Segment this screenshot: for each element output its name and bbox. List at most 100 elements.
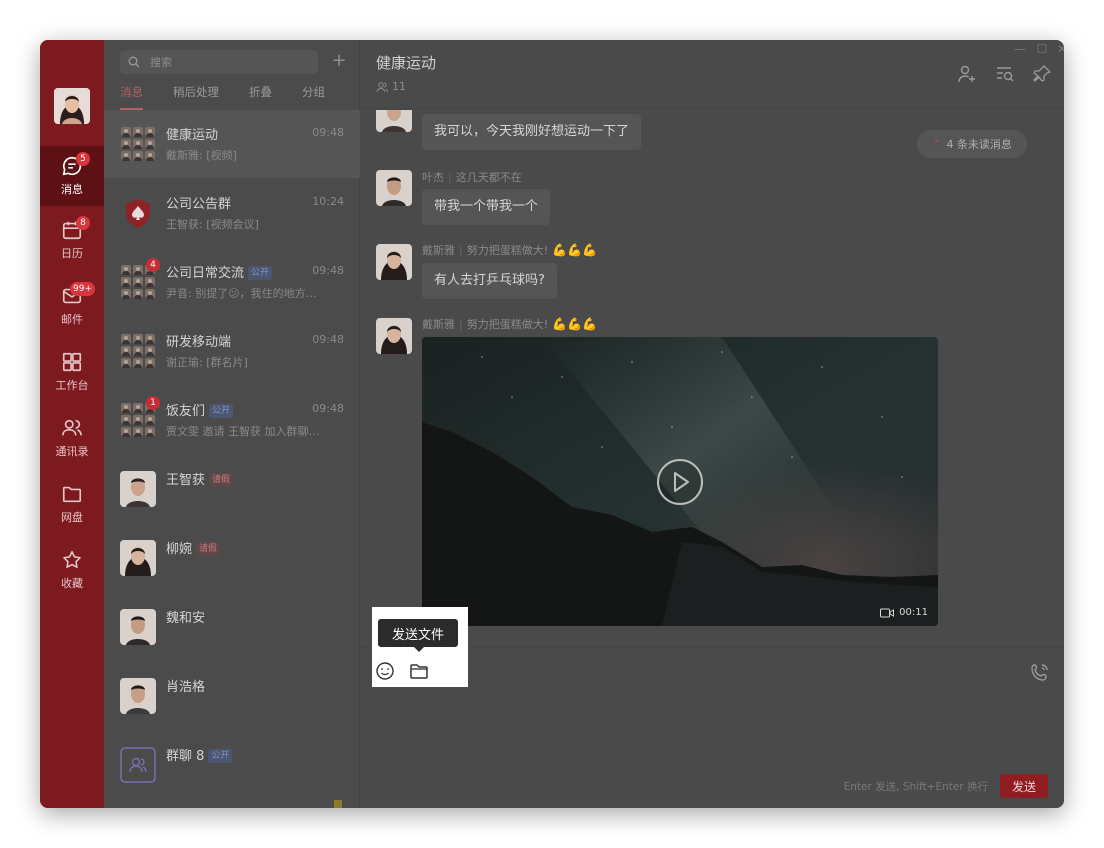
chat-panel: · 健康运动 11 — ☐ ✕ 我可以，今天我刚好想运动一下了 ⌃ 4 条未读消… [360, 40, 1064, 808]
rail-item-favorites[interactable]: 收藏 [40, 540, 104, 600]
pin-icon[interactable] [1032, 64, 1052, 84]
rail-item-contacts[interactable]: 通讯录 [40, 408, 104, 468]
play-icon[interactable] [656, 458, 704, 506]
conversation-item[interactable]: 柳婉 请假 [104, 524, 360, 592]
workbench-icon [62, 352, 82, 372]
shield-icon [120, 195, 156, 231]
conversation-name: 公司日常交流 公开 [166, 262, 273, 281]
rail-item-drive[interactable]: 网盘 [40, 474, 104, 534]
conversation-name-text: 群聊 8 [166, 749, 205, 764]
maximize-button[interactable]: ☐ [1032, 42, 1052, 56]
unread-badge: 1 [146, 396, 160, 410]
plus-icon[interactable]: + [330, 52, 348, 70]
tab-messages[interactable]: 消息 [120, 84, 143, 110]
conversation-time: 09:48 [312, 126, 344, 139]
video-icon [880, 608, 895, 617]
conversation-name: 饭友们 公开 [166, 400, 234, 419]
rail-item-messages[interactable]: 消息 5 [40, 146, 104, 206]
rail-item-workbench[interactable]: 工作台 [40, 342, 104, 402]
sender-status: 努力把蛋糕做大! [466, 318, 549, 331]
voice-icon[interactable] [1030, 662, 1050, 682]
emoji-icon[interactable] [374, 660, 396, 682]
sender-status: 这几天都不在 [455, 171, 522, 184]
message-bubble[interactable]: 我可以，今天我刚好想运动一下了 [422, 114, 642, 150]
close-button[interactable]: ✕ [1052, 42, 1064, 56]
tab-later[interactable]: 稍后处理 [173, 84, 219, 108]
conversation-preview: 尹音: 别提了😕，我住的地方… [166, 287, 317, 300]
conversation-name: 魏和安 [166, 611, 206, 626]
rail-item-label: 网盘 [61, 511, 83, 524]
conversation-item[interactable]: 1 饭友们 公开 09:48 贾文雯 邀请 王智获 加入群聊… [104, 386, 360, 454]
avatar[interactable] [376, 170, 412, 206]
search-history-icon[interactable] [995, 64, 1015, 84]
avatar[interactable] [376, 318, 412, 354]
leave-tag: 请假 [209, 473, 234, 487]
message-bubble[interactable]: 带我一个带我一个 [422, 189, 551, 225]
conversation-name: 公司公告群 [166, 197, 232, 212]
conversation-preview: 戴斯雅: [视频] [166, 149, 237, 162]
send-button[interactable]: 发送 [1000, 774, 1048, 798]
group-avatar [120, 126, 156, 162]
conversation-name: 健康运动 [166, 128, 219, 143]
conversation-list: + 消息 稍后处理 折叠 分组 健康运动 09:48 戴斯雅: [视频] 公司公… [104, 40, 360, 808]
sender-status: 努力把蛋糕做大! [466, 244, 549, 257]
video-message[interactable]: 00:11 [422, 337, 938, 626]
conversation-name: 肖浩格 [166, 680, 206, 695]
leave-tag: 请假 [196, 542, 221, 556]
rail-item-label: 工作台 [55, 379, 89, 392]
conversation-item[interactable]: 肖浩格 [104, 662, 360, 730]
video-duration-text: 00:11 [899, 607, 928, 618]
rail-item-label: 收藏 [61, 577, 83, 590]
conversation-item[interactable]: 公司公告群 10:24 王智获: [视频会议] [104, 179, 360, 247]
rail-item-calendar[interactable]: 日历 8 [40, 210, 104, 270]
unread-badge: 5 [76, 152, 90, 166]
conversation-name-text: 王智获 [166, 473, 206, 488]
watermark: · [558, 69, 565, 82]
message-meta: 戴斯雅 | 努力把蛋糕做大! 💪💪💪 [422, 316, 597, 332]
add-member-icon[interactable] [957, 64, 977, 84]
avatar [120, 471, 156, 507]
tab-groups[interactable]: 分组 [302, 84, 325, 108]
unread-messages-button[interactable]: ⌃ 4 条未读消息 [917, 130, 1027, 158]
avatar[interactable] [376, 244, 412, 280]
avatar [120, 678, 156, 714]
conversation-name: 研发移动端 [166, 335, 232, 350]
conversation-item[interactable]: 群聊 8 公开 [104, 731, 360, 799]
conversation-preview: 谢正瑜: [群名片] [166, 356, 248, 369]
search-box[interactable] [120, 50, 318, 74]
group-avatar [120, 333, 156, 369]
public-tag: 公开 [208, 749, 233, 763]
search-icon [128, 56, 140, 68]
conversation-item[interactable]: 王智获 请假 [104, 455, 360, 523]
group-chat-icon [120, 747, 156, 783]
unread-badge: 8 [76, 216, 90, 230]
video-duration: 00:11 [880, 607, 928, 618]
message-bubble[interactable]: 有人去打乒乓球吗? [422, 263, 557, 299]
conversation-item[interactable]: 研发移动端 09:48 谢正瑜: [群名片] [104, 317, 360, 385]
unread-badge: 99+ [70, 282, 95, 296]
meta-separator: | [459, 244, 463, 257]
conversation-item[interactable]: 魏和安 [104, 593, 360, 661]
message-meta: 戴斯雅 | 努力把蛋糕做大! 💪💪💪 [422, 242, 597, 258]
member-count[interactable]: 11 [376, 80, 406, 93]
conversation-name-text: 公司日常交流 [166, 266, 245, 281]
conversation-name-text: 柳婉 [166, 542, 193, 557]
conversation-time: 10:24 [312, 195, 344, 208]
minimize-button[interactable]: — [1010, 42, 1030, 56]
message-input[interactable] [376, 692, 1048, 764]
search-input[interactable] [150, 55, 300, 69]
members-icon [376, 81, 388, 92]
file-icon[interactable] [408, 660, 430, 682]
conversation-name: 柳婉 请假 [166, 538, 221, 557]
tab-folded[interactable]: 折叠 [249, 84, 272, 108]
conversation-name-text: 饭友们 [166, 404, 206, 419]
user-avatar[interactable] [54, 88, 90, 124]
conversation-item[interactable]: 4 公司日常交流 公开 09:48 尹音: 别提了😕，我住的地方… [104, 248, 360, 316]
conversation-item[interactable]: 健康运动 09:48 戴斯雅: [视频] [104, 110, 360, 178]
chat-title: 健康运动 [376, 54, 437, 72]
rail-item-mail[interactable]: 邮件 99+ [40, 276, 104, 336]
send-file-tooltip: 发送文件 [378, 619, 458, 652]
double-up-icon: ⌃ [932, 138, 941, 150]
conversation-time: 09:48 [312, 333, 344, 346]
member-count-value: 11 [392, 80, 406, 93]
